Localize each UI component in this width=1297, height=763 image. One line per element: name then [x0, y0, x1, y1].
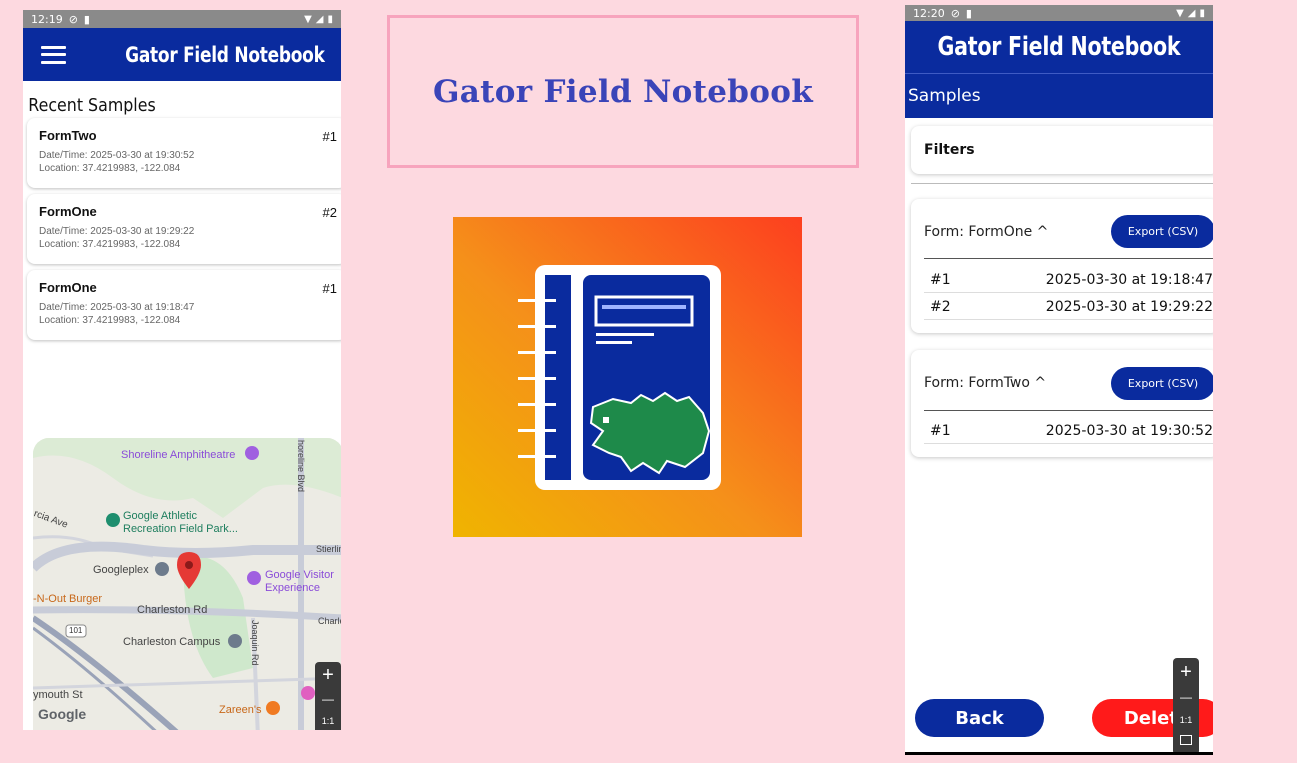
zoom-out-button[interactable]: — [322, 688, 334, 710]
app-bar: Gator Field Notebook [905, 21, 1213, 73]
map-label: ymouth St [33, 689, 83, 701]
sample-datetime: 2025-03-30 at 19:30:52 [1045, 422, 1213, 439]
menu-icon[interactable] [41, 45, 66, 64]
sim-icon: ▮ [83, 12, 90, 26]
map-label: Recreation Field Park... [123, 523, 238, 535]
status-bar: 12:19 ⊘ ▮ ▼ ◢ ▮ [23, 10, 341, 28]
status-time: 12:19 [31, 12, 63, 26]
map-view[interactable]: Shoreline Amphitheatre Google Athletic R… [33, 438, 341, 730]
map-label: Joaquin Rd [250, 620, 260, 666]
status-time: 12:20 [913, 6, 945, 20]
map-label: horeline Blvd [296, 440, 306, 493]
section-title: Recent Samples [28, 95, 156, 116]
sample-card[interactable]: FormTwo #1 Date/Time: 2025-03-30 at 19:3… [27, 118, 341, 188]
sample-datetime: Date/Time: 2025-03-30 at 19:18:47 [39, 302, 195, 313]
sample-row[interactable]: #1 2025-03-30 at 19:18:47 [924, 267, 1213, 293]
sample-name: FormOne [39, 204, 97, 219]
sample-row[interactable]: #1 2025-03-30 at 19:30:52 [924, 418, 1213, 444]
zoom-reset-button[interactable]: 1:1 [1180, 708, 1193, 732]
sample-number: #1 [322, 129, 337, 144]
map-label: Google Visitor [265, 569, 334, 581]
map-label: Charleston Rd [137, 604, 208, 616]
banner-title: Gator Field Notebook [433, 73, 813, 110]
divider [911, 183, 1213, 184]
map-label: Zareen's [219, 704, 262, 716]
sample-number: #2 [930, 298, 951, 315]
notebook-gator-icon [453, 217, 802, 537]
map-label: Charle [318, 616, 341, 626]
form-group-header[interactable]: Form: FormOne ^ [924, 224, 1048, 240]
sample-datetime: Date/Time: 2025-03-30 at 19:29:22 [39, 226, 195, 237]
battery-icon: ▮ [327, 13, 333, 25]
map-label: Experience [265, 582, 321, 594]
app-bar: Gator Field Notebook [23, 28, 341, 81]
zoom-in-button[interactable]: + [1180, 658, 1192, 686]
sample-card[interactable]: FormOne #2 Date/Time: 2025-03-30 at 19:2… [27, 194, 341, 264]
shield-icon: ⊘ [950, 6, 960, 20]
sample-number: #1 [930, 271, 951, 288]
wifi-icon: ▼ [1176, 7, 1184, 19]
battery-icon: ▮ [1199, 7, 1205, 19]
zoom-out-button[interactable]: — [1180, 686, 1192, 708]
sample-name: FormOne [39, 280, 97, 295]
back-button[interactable]: Back [915, 699, 1044, 737]
zoom-reset-button[interactable]: 1:1 [322, 710, 335, 730]
google-logo: Google [38, 706, 87, 722]
map-label: Stierlin [316, 544, 341, 554]
sample-location: Location: 37.4219983, -122.084 [39, 163, 181, 174]
bottom-edge [905, 752, 1213, 755]
sample-name: FormTwo [39, 128, 97, 143]
map-label: Google Athletic [123, 510, 197, 522]
sample-location: Location: 37.4219983, -122.084 [39, 315, 181, 326]
map-label: Googleplex [93, 564, 149, 576]
form-group-card: Form: FormTwo ^ Export (CSV) #1 2025-03-… [911, 350, 1213, 457]
form-group-card: Form: FormOne ^ Export (CSV) #1 2025-03-… [911, 199, 1213, 333]
zoom-in-button[interactable]: + [322, 662, 334, 688]
map-zoom-control: + — 1:1 [1173, 658, 1199, 755]
sample-datetime: 2025-03-30 at 19:29:22 [1045, 298, 1213, 315]
shield-icon: ⊘ [68, 12, 78, 26]
samples-header: Samples [905, 73, 1213, 118]
export-csv-button[interactable]: Export (CSV) [1111, 367, 1213, 400]
fullscreen-icon[interactable] [1180, 735, 1192, 745]
recent-samples-screen: 12:19 ⊘ ▮ ▼ ◢ ▮ Gator Field Notebook Recent … [23, 10, 341, 730]
app-title: Gator Field Notebook [937, 32, 1181, 62]
signal-icon: ◢ [1187, 7, 1196, 19]
wifi-icon: ▼ [304, 13, 312, 25]
sample-location: Location: 37.4219983, -122.084 [39, 239, 181, 250]
export-csv-button[interactable]: Export (CSV) [1111, 215, 1213, 248]
app-title: Gator Field Notebook [125, 42, 326, 67]
map-label: Charleston Campus [123, 636, 221, 648]
map-zoom-control: + — 1:1 [315, 662, 341, 730]
sim-icon: ▮ [965, 6, 972, 20]
status-bar: 12:20 ⊘ ▮ ▼ ◢ ▮ [905, 5, 1213, 21]
sample-row[interactable]: #2 2025-03-30 at 19:29:22 [924, 294, 1213, 320]
filters-label: Filters [924, 142, 975, 158]
sample-card[interactable]: FormOne #1 Date/Time: 2025-03-30 at 19:1… [27, 270, 341, 340]
signal-icon: ◢ [315, 13, 324, 25]
highway-shield: 101 [69, 626, 83, 635]
map-label: Shoreline Amphitheatre [121, 449, 236, 461]
map-label: -N-Out Burger [33, 593, 103, 605]
samples-screen: 12:20 ⊘ ▮ ▼ ◢ ▮ Gator Field Notebook Samples… [905, 5, 1213, 755]
title-banner: Gator Field Notebook [387, 15, 859, 168]
sample-datetime: Date/Time: 2025-03-30 at 19:30:52 [39, 150, 195, 161]
app-logo [453, 217, 802, 537]
sample-number: #1 [930, 422, 951, 439]
sample-number: #1 [322, 281, 337, 296]
sample-datetime: 2025-03-30 at 19:18:47 [1045, 271, 1213, 288]
divider [924, 258, 1213, 259]
divider [924, 410, 1213, 411]
sample-number: #2 [322, 205, 337, 220]
filters-panel[interactable]: Filters [911, 126, 1213, 174]
form-group-header[interactable]: Form: FormTwo ^ [924, 375, 1046, 391]
